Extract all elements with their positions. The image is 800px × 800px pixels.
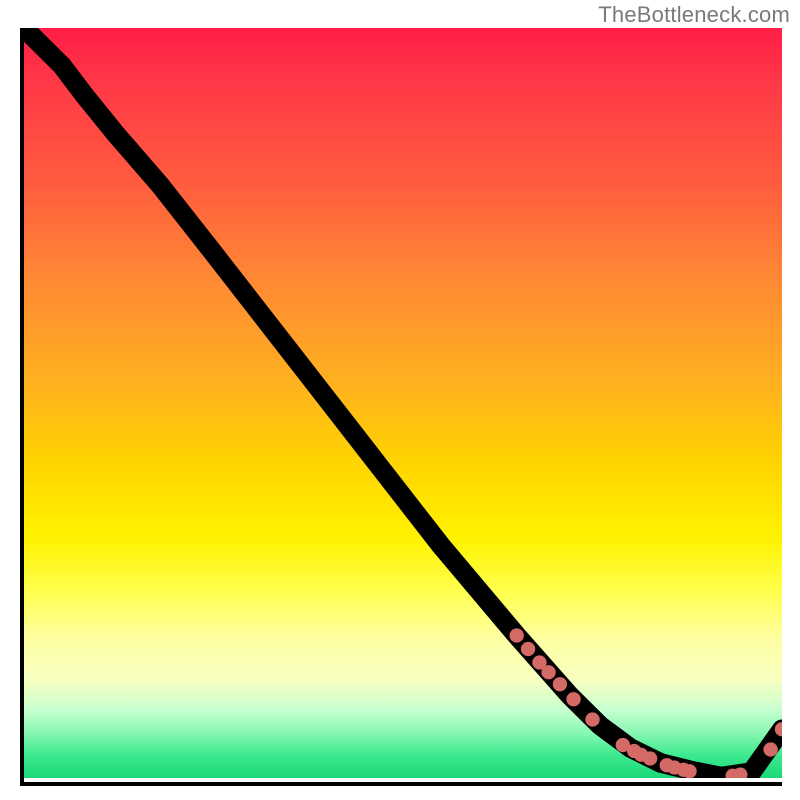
chart-area bbox=[20, 28, 782, 786]
data-marker bbox=[763, 742, 777, 756]
bottleneck-curve bbox=[24, 28, 782, 777]
data-marker bbox=[509, 628, 523, 642]
data-marker bbox=[643, 751, 657, 765]
data-marker bbox=[682, 764, 696, 778]
watermark-text: TheBottleneck.com bbox=[598, 2, 790, 28]
data-marker bbox=[585, 712, 599, 726]
data-marker bbox=[566, 692, 580, 706]
data-marker bbox=[541, 665, 555, 679]
chart-svg bbox=[24, 28, 782, 778]
data-marker bbox=[521, 642, 535, 656]
data-marker bbox=[553, 677, 567, 691]
marker-layer bbox=[509, 628, 782, 778]
